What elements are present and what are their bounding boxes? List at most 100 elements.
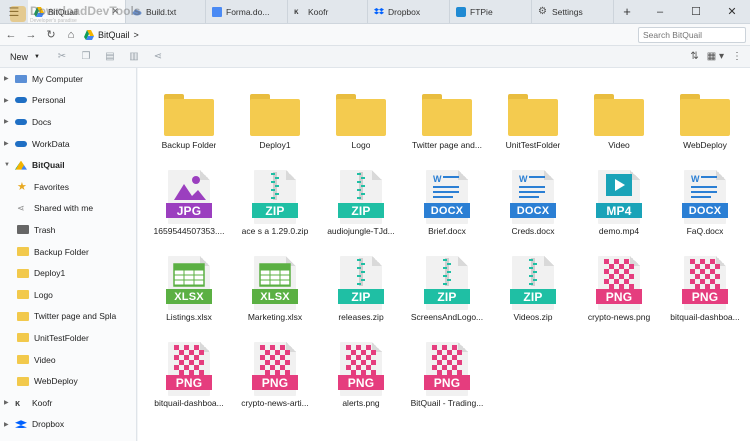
- tab-koofr[interactable]: ĸ Koofr: [288, 0, 368, 23]
- file-item[interactable]: PNG crypto-news.png: [576, 250, 662, 336]
- sidebar-item[interactable]: Deploy1: [0, 262, 136, 284]
- breadcrumb-label[interactable]: BitQuail: [98, 30, 130, 40]
- grid-view-icon[interactable]: ▦ ▾: [707, 51, 724, 62]
- sidebar-item[interactable]: ▶ Dropbox: [0, 414, 136, 436]
- sidebar-item[interactable]: ▶ Personal: [0, 90, 136, 112]
- sidebar-item[interactable]: Logo: [0, 284, 136, 306]
- tab-dropbox[interactable]: Dropbox: [368, 0, 450, 23]
- refresh-button[interactable]: ↻: [42, 26, 60, 44]
- folder-item[interactable]: Deploy1: [232, 78, 318, 164]
- folder-item[interactable]: Twitter page and...: [404, 78, 490, 164]
- file-item[interactable]: PNG crypto-news-arti...: [232, 336, 318, 422]
- maximize-button[interactable]: ☐: [678, 0, 714, 23]
- folder-item[interactable]: Logo: [318, 78, 404, 164]
- collapsed-arrow-icon[interactable]: ▶: [4, 399, 12, 406]
- more-icon[interactable]: ⋮: [732, 51, 742, 62]
- sidebar-item[interactable]: Video: [0, 349, 136, 371]
- expanded-arrow-icon[interactable]: ▼: [4, 162, 12, 168]
- copy-icon[interactable]: ❐: [74, 51, 98, 62]
- cut-icon[interactable]: ✂: [50, 51, 74, 62]
- sidebar-item[interactable]: ▼ BitQuail: [0, 154, 136, 176]
- file-item[interactable]: PNG bitquail-dashboa...: [662, 250, 748, 336]
- file-item[interactable]: PNG bitquail-dashboa...: [146, 336, 232, 422]
- new-button[interactable]: New ▼: [10, 52, 40, 62]
- file-item[interactable]: ZIP releases.zip: [318, 250, 404, 336]
- file-item[interactable]: ZIP ScreensAndLogo...: [404, 250, 490, 336]
- tab-bitquail[interactable]: BitQuail ✕: [28, 0, 126, 23]
- file-type-icon: ZIP: [334, 164, 388, 224]
- folder-item[interactable]: UnitTestFolder: [490, 78, 576, 164]
- sidebar-item[interactable]: Twitter page and Spla: [0, 306, 136, 328]
- collapsed-arrow-icon[interactable]: ▶: [4, 421, 12, 428]
- sort-icon[interactable]: ⇅: [690, 51, 698, 62]
- folder-icon: [17, 311, 29, 321]
- tab-settings[interactable]: ⚙ Settings: [532, 0, 614, 23]
- file-item[interactable]: MP4 demo.mp4: [576, 164, 662, 250]
- folder-item[interactable]: Backup Folder: [146, 78, 232, 164]
- sidebar-item[interactable]: ★ Favorites: [0, 176, 136, 198]
- sidebar-item-label: Shared with me: [34, 203, 94, 214]
- share-icon[interactable]: ⋖: [146, 51, 170, 62]
- sidebar-item[interactable]: UnitTestFolder: [0, 327, 136, 349]
- menu-icon[interactable]: ☰: [0, 0, 28, 23]
- sidebar-item[interactable]: Backup Folder: [0, 241, 136, 263]
- tab-label: Forma.do...: [226, 6, 270, 17]
- sidebar-item[interactable]: Trash: [0, 219, 136, 241]
- search-input[interactable]: [638, 27, 746, 43]
- file-name: Video: [608, 140, 630, 150]
- folder-icon: [334, 78, 388, 138]
- tab-build-txt[interactable]: Build.txt: [126, 0, 206, 23]
- minimize-button[interactable]: –: [642, 0, 678, 23]
- file-item[interactable]: ZIP audiojungle-TJd...: [318, 164, 404, 250]
- file-type-badge: DOCX: [424, 203, 470, 218]
- file-item[interactable]: W DOCX Creds.docx: [490, 164, 576, 250]
- file-manager-window: ☰ BitQuail ✕ Build.txt Forma.do... ĸ Koo…: [0, 0, 750, 441]
- close-window-button[interactable]: ✕: [714, 0, 750, 23]
- chevron-right-icon[interactable]: >: [134, 30, 139, 40]
- file-name: Backup Folder: [161, 140, 217, 150]
- collapsed-arrow-icon[interactable]: ▶: [4, 118, 12, 125]
- paste-icon[interactable]: ▤: [98, 51, 122, 62]
- file-item[interactable]: JPG 1659544507353....: [146, 164, 232, 250]
- dropbox-icon: [374, 7, 384, 17]
- sidebar-item-label: Favorites: [34, 181, 69, 192]
- sidebar-item[interactable]: ▶ Docs: [0, 111, 136, 133]
- file-grid-area: Backup Folder Deploy1 Logo Twitter page and…: [138, 68, 750, 441]
- close-tab-icon[interactable]: ✕: [111, 6, 119, 17]
- file-item[interactable]: ZIP Videos.zip: [490, 250, 576, 336]
- share-icon: ⋖: [17, 203, 25, 214]
- sidebar-item[interactable]: ⋖ Shared with me: [0, 198, 136, 220]
- file-item[interactable]: PNG BitQuail - Trading...: [404, 336, 490, 422]
- sidebar-item[interactable]: ▶ WorkData: [0, 133, 136, 155]
- home-button[interactable]: ⌂: [62, 26, 80, 44]
- sidebar-item[interactable]: WebDeploy: [0, 370, 136, 392]
- sidebar-item[interactable]: ▶ My Computer: [0, 68, 136, 90]
- tab-ftpie[interactable]: FTPie: [450, 0, 532, 23]
- file-item[interactable]: XLSX Listings.xlsx: [146, 250, 232, 336]
- delete-icon[interactable]: ▥: [122, 51, 146, 62]
- file-item[interactable]: PNG alerts.png: [318, 336, 404, 422]
- file-type-badge: PNG: [424, 375, 470, 390]
- file-type-badge: XLSX: [166, 289, 212, 304]
- file-item[interactable]: W DOCX FaQ.docx: [662, 164, 748, 250]
- tab-forma-doc[interactable]: Forma.do...: [206, 0, 288, 23]
- folder-icon: [506, 78, 560, 138]
- sidebar-item[interactable]: ▶ ĸ Koofr: [0, 392, 136, 414]
- back-button[interactable]: ←: [2, 26, 20, 44]
- file-item[interactable]: ZIP ace s a 1.29.0.zip: [232, 164, 318, 250]
- file-name: Marketing.xlsx: [247, 312, 303, 322]
- collapsed-arrow-icon[interactable]: ▶: [4, 140, 12, 147]
- file-item[interactable]: W DOCX Brief.docx: [404, 164, 490, 250]
- tab-label: Build.txt: [146, 6, 177, 17]
- forward-button[interactable]: →: [22, 26, 40, 44]
- collapsed-arrow-icon[interactable]: ▶: [4, 75, 12, 82]
- file-item[interactable]: XLSX Marketing.xlsx: [232, 250, 318, 336]
- file-type-icon: PNG: [592, 250, 646, 310]
- collapsed-arrow-icon[interactable]: ▶: [4, 97, 12, 104]
- caret-down-icon: ▼: [34, 53, 40, 60]
- folder-item[interactable]: WebDeploy: [662, 78, 748, 164]
- new-tab-button[interactable]: +: [614, 0, 640, 23]
- breadcrumb[interactable]: BitQuail >: [84, 29, 139, 40]
- folder-item[interactable]: Video: [576, 78, 662, 164]
- folder-icon: [592, 78, 646, 138]
